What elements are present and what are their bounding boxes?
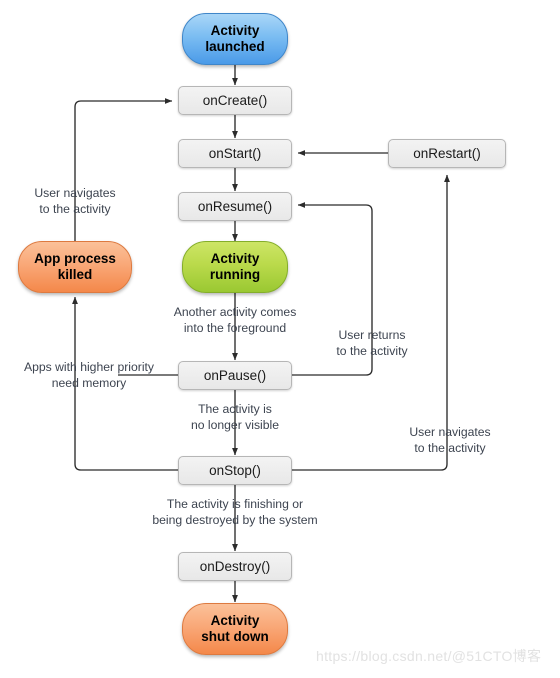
node-on-pause-label: onPause() <box>203 367 267 383</box>
edge-label-no-longer-visible: The activity is no longer visible <box>190 402 280 432</box>
node-activity-shut-down-label: Activity shut down <box>201 613 269 644</box>
node-on-start[interactable]: onStart() <box>178 139 292 168</box>
edge-label-user-navigates-left: User navigates to the activity <box>34 186 116 216</box>
node-activity-launched[interactable]: Activity launched <box>182 13 288 65</box>
node-on-resume-label: onResume() <box>197 198 273 214</box>
edge-label-apps-higher-priority: Apps with higher priority need memory <box>23 360 155 390</box>
edge-label-user-navigates-right: User navigates to the activity <box>409 425 491 455</box>
node-on-pause[interactable]: onPause() <box>178 361 292 390</box>
node-on-start-label: onStart() <box>208 145 262 161</box>
node-activity-running-label: Activity running <box>209 251 261 282</box>
node-on-create[interactable]: onCreate() <box>178 86 292 115</box>
edge-label-user-returns: User returns to the activity <box>336 328 408 358</box>
edge-killed-to-oncreate <box>74 97 173 243</box>
node-on-stop[interactable]: onStop() <box>178 456 292 485</box>
node-activity-launched-label: Activity launched <box>205 23 265 54</box>
edge-label-another-activity-foreground: Another activity comes into the foregrou… <box>173 305 297 335</box>
node-on-create-label: onCreate() <box>202 92 268 108</box>
watermark-text: https://blog.csdn.net/@51CTO博客 <box>316 648 542 664</box>
node-on-restart-label: onRestart() <box>413 145 481 161</box>
activity-lifecycle-diagram: Activity launched onCreate() onStart() o… <box>0 0 560 678</box>
node-on-destroy-label: onDestroy() <box>199 558 271 574</box>
node-on-destroy[interactable]: onDestroy() <box>178 552 292 581</box>
node-on-resume[interactable]: onResume() <box>178 192 292 221</box>
edge-label-finishing-or-destroyed: The activity is finishing or being destr… <box>152 497 318 527</box>
node-app-process-killed-label: App process killed <box>34 251 116 282</box>
node-on-restart[interactable]: onRestart() <box>388 139 506 168</box>
node-activity-shut-down[interactable]: Activity shut down <box>182 603 288 655</box>
node-app-process-killed[interactable]: App process killed <box>18 241 132 293</box>
node-activity-running[interactable]: Activity running <box>182 241 288 293</box>
node-on-stop-label: onStop() <box>209 462 261 478</box>
